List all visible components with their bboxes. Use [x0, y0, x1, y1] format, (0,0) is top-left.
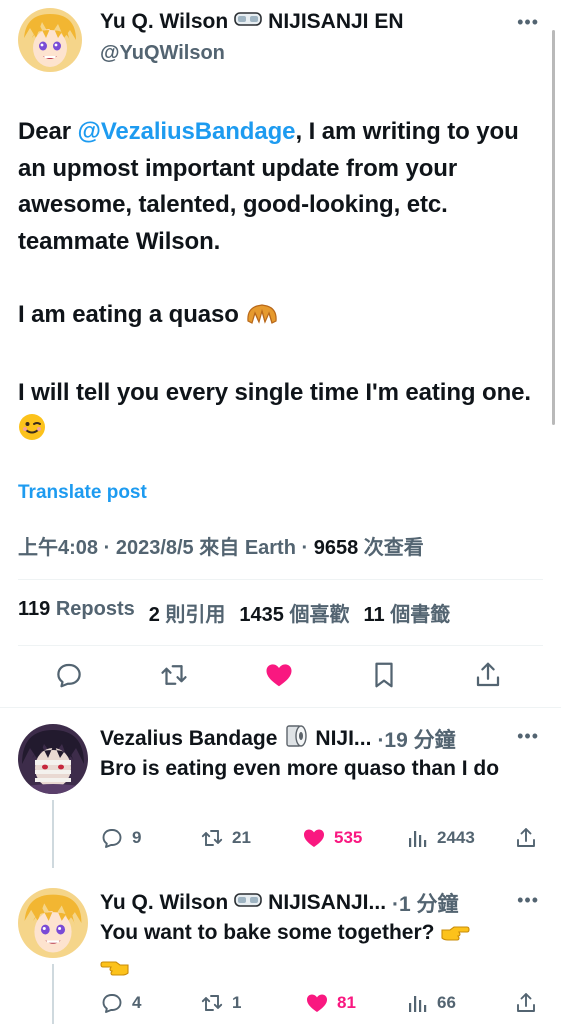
like-button[interactable]: 81	[305, 991, 356, 1015]
quotes-stat[interactable]: 2 則引用	[149, 598, 226, 627]
reposts-stat[interactable]: 119 Reposts	[18, 598, 135, 627]
reply-icon	[102, 994, 122, 1013]
like-count: 81	[337, 993, 356, 1012]
goggles-icon	[234, 891, 262, 915]
repost-icon	[201, 995, 223, 1011]
mention-link[interactable]: @VezaliusBandage	[78, 118, 296, 145]
winking-face-icon	[18, 413, 46, 453]
repost-count: 1	[232, 993, 242, 1012]
share-icon	[517, 993, 535, 1012]
pointing-left-icon	[100, 957, 130, 988]
body-greeting: Dear	[18, 118, 78, 145]
reply-button[interactable]: 4	[100, 991, 141, 1015]
body-line2: I am eating a quaso	[18, 300, 246, 328]
view-count: 66	[437, 993, 456, 1012]
reply-count: 9	[132, 828, 142, 847]
bookmarks-count: 11	[363, 604, 385, 626]
views-button[interactable]: 66	[405, 991, 456, 1015]
share-button[interactable]	[514, 826, 538, 850]
tweet-action-bar	[0, 658, 561, 694]
tweet-time[interactable]: 上午4:08	[18, 537, 98, 559]
reply-icon[interactable]	[52, 658, 86, 692]
handle[interactable]: @YuQWilson	[100, 42, 225, 65]
likes-stat[interactable]: 1435 個喜歡	[239, 598, 349, 627]
reply-button[interactable]: 9	[100, 826, 141, 850]
likes-count: 1435	[239, 604, 284, 626]
quotes-count: 2	[148, 604, 160, 626]
bookmarks-label: 個書籤	[390, 604, 451, 626]
repost-count: 21	[232, 828, 251, 847]
reply-icon	[102, 829, 122, 848]
source-prefix: 來自	[199, 537, 240, 559]
repost-icon[interactable]	[157, 658, 191, 692]
like-count: 535	[334, 828, 363, 847]
views-button[interactable]: 2443	[405, 826, 475, 850]
reply-action-bar: 9 21 535 2443	[100, 826, 540, 850]
share-button[interactable]	[514, 991, 538, 1015]
reply-text: You want to bake some together?	[100, 921, 441, 944]
goggles-icon	[234, 10, 262, 34]
body-line3: I will tell you every single time I'm ea…	[18, 378, 531, 406]
divider	[0, 707, 561, 708]
reply-count: 4	[132, 993, 142, 1012]
likes-label: 個喜歡	[289, 604, 350, 626]
more-options-icon[interactable]: •••	[517, 12, 539, 33]
reposts-count: 119	[18, 598, 51, 620]
avatar[interactable]	[18, 724, 88, 794]
thread-line	[52, 800, 54, 868]
like-icon	[307, 994, 327, 1012]
view-count: 2443	[437, 828, 475, 847]
tweet-source: Earth	[244, 537, 296, 559]
avatar[interactable]	[18, 8, 82, 72]
pointing-right-icon	[440, 922, 470, 953]
reply-text: Bro is eating even more quaso than I do	[100, 757, 500, 780]
thread-line	[52, 964, 54, 1024]
more-options-icon[interactable]: •••	[517, 726, 539, 747]
repost-button[interactable]: 1	[200, 991, 241, 1015]
like-icon	[304, 829, 324, 847]
reply-time[interactable]: ·19 分鐘	[377, 724, 455, 754]
tweet-meta: 上午4:08 · 2023/8/5 來自 Earth · 9658 次查看	[18, 531, 424, 560]
scrollbar[interactable]	[552, 30, 555, 425]
more-options-icon[interactable]: •••	[517, 890, 539, 911]
reply-action-bar: 4 1 81 66	[100, 991, 540, 1015]
view-count: 9658	[313, 537, 359, 559]
reply-header: Vezalius Bandage NIJI... ·19 分鐘	[100, 724, 456, 754]
bookmarks-stat[interactable]: 11 個書籤	[363, 598, 450, 627]
share-icon	[517, 828, 535, 847]
display-name[interactable]: Yu Q. Wilson	[100, 891, 228, 915]
engagement-stats: 119 Reposts 2 則引用 1435 個喜歡 11 個書籤	[18, 598, 450, 627]
reply-header: Yu Q. Wilson NIJISANJI... ·1 分鐘	[100, 888, 459, 918]
reposts-label: Reposts	[55, 598, 135, 620]
display-name-row[interactable]: Yu Q. Wilson NIJISANJI EN	[100, 10, 404, 34]
meta-separator: ·	[301, 537, 309, 559]
display-name[interactable]: Yu Q. Wilson	[100, 10, 228, 34]
reply-text-block: You want to bake some together?	[100, 918, 530, 988]
divider	[18, 579, 543, 580]
view-label: 次查看	[363, 537, 424, 559]
org-label: NIJISANJI EN	[268, 10, 404, 33]
avatar[interactable]	[18, 888, 88, 958]
quotes-label: 則引用	[165, 604, 226, 626]
translate-post-link[interactable]: Translate post	[18, 482, 147, 504]
org-label: NIJISANJI...	[268, 891, 387, 914]
repost-icon	[201, 830, 223, 846]
repost-button[interactable]: 21	[200, 826, 251, 850]
reply-time[interactable]: ·1 分鐘	[392, 888, 459, 918]
display-name[interactable]: Vezalius Bandage	[100, 727, 277, 751]
views-icon	[409, 831, 427, 847]
tweet-body: Dear @VezaliusBandage, I am writing to y…	[18, 114, 546, 489]
like-icon[interactable]	[262, 658, 296, 692]
divider	[18, 645, 543, 646]
org-label: NIJI...	[315, 727, 372, 750]
views-icon	[409, 996, 427, 1012]
like-button[interactable]: 535	[302, 826, 362, 850]
tweet-date[interactable]: 2023/8/5	[116, 537, 194, 559]
share-icon[interactable]	[471, 658, 505, 692]
croissant-icon	[245, 301, 279, 339]
bookmark-icon[interactable]	[367, 658, 401, 692]
tissue-roll-icon	[283, 724, 309, 754]
meta-separator: ·	[103, 537, 111, 559]
